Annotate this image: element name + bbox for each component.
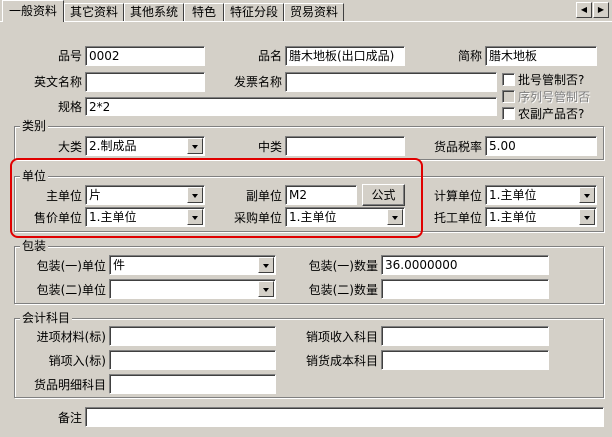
short-name-input[interactable]: 腊木地板: [485, 46, 597, 66]
sub-unit-input[interactable]: M2: [285, 185, 357, 205]
sales-cost-input[interactable]: [381, 350, 549, 370]
batch-control-label: 批号管制否?: [518, 73, 585, 87]
tab-scroll-left-button[interactable]: ◀: [576, 2, 592, 18]
main-unit-label: 主单位: [45, 189, 82, 203]
pack1-unit-select[interactable]: 件: [109, 255, 276, 275]
pack1-unit-label: 包装(一)单位: [36, 259, 106, 273]
major-category-select[interactable]: 2.制成品: [85, 136, 205, 156]
sales-in-input[interactable]: [109, 350, 276, 370]
category-group-title: 类别: [20, 119, 49, 133]
middle-category-input[interactable]: [285, 136, 405, 156]
chevron-down-icon[interactable]: [187, 209, 203, 225]
tab-scroll-right-button[interactable]: ▶: [593, 2, 609, 18]
remark-input[interactable]: [85, 407, 604, 427]
sales-in-label: 销项入(标): [48, 354, 106, 368]
pack1-qty-label: 包装(一)数量: [308, 259, 378, 273]
outsource-unit-label: 托工单位: [433, 211, 482, 225]
invoice-name-label: 发票名称: [233, 75, 282, 89]
arrow-left-icon: ◀: [580, 5, 588, 14]
tab-other-info[interactable]: 其它资料: [64, 3, 124, 22]
calc-unit-label: 计算单位: [433, 189, 482, 203]
tab-general[interactable]: 一般资料: [2, 0, 64, 22]
packing-group-title: 包装: [20, 239, 49, 253]
tab-trade-info[interactable]: 贸易资料: [284, 3, 344, 22]
serial-control-label: 序列号管制否: [518, 90, 591, 104]
item-name-label: 品名: [257, 49, 282, 63]
tab-other-system[interactable]: 其他系统: [124, 3, 184, 22]
outsource-unit-select[interactable]: 1.主单位: [485, 207, 597, 227]
invoice-name-input[interactable]: [285, 72, 497, 92]
chevron-down-icon[interactable]: [387, 209, 403, 225]
spec-input[interactable]: 2*2: [85, 97, 497, 116]
sale-unit-select[interactable]: 1.主单位: [85, 207, 205, 227]
in-material-label: 进项材料(标): [36, 330, 106, 344]
pack2-unit-select[interactable]: [109, 279, 276, 299]
checkbox-box: [502, 90, 515, 103]
calc-unit-select[interactable]: 1.主单位: [485, 185, 597, 205]
accounting-group-title: 会计科目: [20, 311, 73, 325]
purchase-unit-value: 1.主单位: [289, 210, 337, 224]
chevron-down-icon[interactable]: [187, 187, 203, 203]
sale-unit-value: 1.主单位: [89, 210, 137, 224]
pack1-unit-value: 件: [113, 258, 126, 272]
short-name-label: 简称: [457, 49, 482, 63]
sale-unit-label: 售价单位: [33, 211, 82, 225]
tab-features[interactable]: 特色: [184, 3, 224, 22]
tax-rate-label: 货品税率: [433, 140, 482, 154]
chevron-down-icon[interactable]: [579, 187, 595, 203]
sales-income-input[interactable]: [381, 326, 549, 346]
purchase-unit-label: 采购单位: [233, 211, 282, 225]
main-unit-select[interactable]: 片: [85, 185, 205, 205]
middle-category-label: 中类: [257, 140, 282, 154]
arrow-right-icon: ▶: [597, 5, 605, 14]
in-material-input[interactable]: [109, 326, 276, 346]
detail-account-label: 货品明细科目: [33, 378, 106, 392]
outsource-unit-value: 1.主单位: [489, 210, 537, 224]
en-name-input[interactable]: [85, 72, 205, 92]
farm-product-label: 农副产品否?: [518, 107, 585, 121]
main-unit-value: 片: [89, 188, 102, 202]
batch-control-checkbox[interactable]: 批号管制否?: [502, 72, 584, 88]
chevron-down-icon[interactable]: [579, 209, 595, 225]
tab-feature-segment[interactable]: 特征分段: [224, 3, 284, 22]
pack2-unit-label: 包装(二)单位: [36, 283, 106, 297]
checkbox-box: [502, 73, 515, 86]
serial-control-checkbox: 序列号管制否: [502, 89, 590, 105]
chevron-down-icon[interactable]: [187, 138, 203, 154]
chevron-down-icon[interactable]: [258, 257, 274, 273]
en-name-label: 英文名称: [33, 75, 82, 89]
item-no-label: 品号: [57, 49, 82, 63]
purchase-unit-select[interactable]: 1.主单位: [285, 207, 405, 227]
calc-unit-value: 1.主单位: [489, 188, 537, 202]
detail-account-input[interactable]: [109, 374, 276, 394]
sales-cost-label: 销货成本科目: [305, 354, 378, 368]
formula-button[interactable]: 公式: [362, 184, 405, 206]
pack2-qty-label: 包装(二)数量: [308, 283, 378, 297]
remark-label: 备注: [57, 411, 82, 425]
major-category-label: 大类: [57, 140, 82, 154]
farm-product-checkbox[interactable]: 农副产品否?: [502, 106, 584, 122]
pack1-qty-input[interactable]: 36.0000000: [381, 255, 549, 275]
spec-label: 规格: [57, 100, 82, 114]
item-name-input[interactable]: 腊木地板(出口成品): [285, 46, 405, 66]
chevron-down-icon[interactable]: [258, 281, 274, 297]
checkbox-box: [502, 107, 515, 120]
item-no-input[interactable]: 0002: [85, 46, 205, 66]
tab-bar: 一般资料 其它资料 其他系统 特色 特征分段 贸易资料 ◀ ▶: [0, 0, 612, 22]
pack2-qty-input[interactable]: [381, 279, 549, 299]
major-category-value: 2.制成品: [89, 139, 137, 153]
tax-rate-input[interactable]: 5.00: [485, 136, 597, 156]
sub-unit-label: 副单位: [245, 189, 282, 203]
sales-income-label: 销项收入科目: [305, 330, 378, 344]
